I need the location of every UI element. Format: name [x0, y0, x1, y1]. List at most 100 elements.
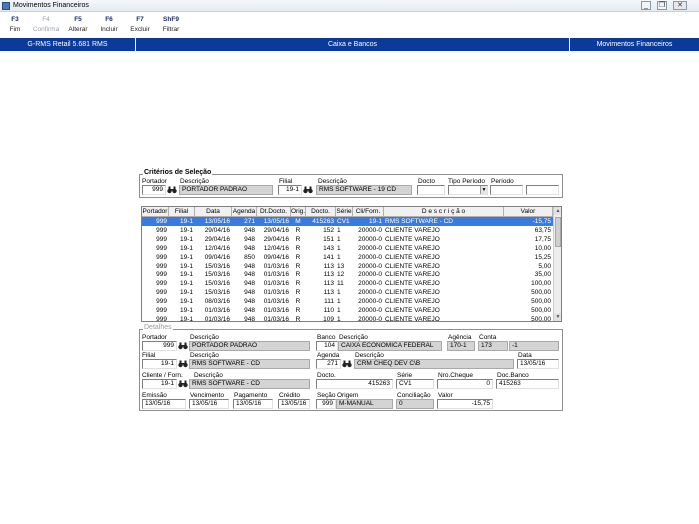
- grid-header-descricao[interactable]: D e s c r i ç ã o: [384, 207, 504, 217]
- det-agencia-label: Agência: [448, 334, 472, 341]
- det-docto-field[interactable]: 415263: [316, 379, 393, 389]
- table-row[interactable]: 999 19-1 09/04/16 850 09/04/16 R 141 1 20000-0 CL…: [142, 253, 553, 262]
- tipo-periodo-select[interactable]: ▼: [448, 185, 488, 195]
- det-doc-banco-field[interactable]: 415263: [496, 379, 559, 389]
- table-cell: 19-1: [179, 262, 193, 270]
- table-cell: -15,75: [532, 218, 551, 225]
- det-nro-cheque-field[interactable]: 0: [437, 379, 493, 389]
- toolbar-button-confirma[interactable]: F4 Confirma: [31, 15, 61, 35]
- table-cell: 999: [156, 280, 167, 288]
- movimentos-grid[interactable]: Portador Filial Data Agenda Dt.Docto. Or…: [141, 206, 562, 322]
- grid-header-serie[interactable]: Série: [336, 207, 353, 217]
- grid-header-orig[interactable]: Orig.: [291, 207, 306, 217]
- table-cell: R: [295, 315, 301, 322]
- binoculars-icon[interactable]: [178, 342, 188, 350]
- table-cell: 15,25: [534, 253, 551, 261]
- grid-header-agenda[interactable]: Agenda: [232, 207, 257, 217]
- periodo-to-field[interactable]: [526, 185, 559, 195]
- det-vencimento-field[interactable]: 13/05/16: [189, 399, 229, 409]
- table-cell: 19-1: [179, 307, 193, 314]
- det-portador-field[interactable]: 999: [142, 341, 177, 351]
- toolbar-button-excluir[interactable]: F7 Excluir: [125, 15, 155, 35]
- grid-header-portador[interactable]: Portador: [142, 207, 169, 217]
- toolbar-button-label: Filtrar: [162, 26, 180, 33]
- table-cell: 143: [323, 244, 334, 252]
- scroll-thumb[interactable]: [555, 217, 561, 247]
- det-secao-field[interactable]: 999: [316, 399, 336, 409]
- det-origem-label: Origem: [337, 392, 359, 399]
- det-serie-field[interactable]: CV1: [396, 379, 434, 389]
- table-row[interactable]: 999 19-1 01/03/16 948 01/03/16 R 110 1 20000-0 CL…: [142, 306, 553, 315]
- binoculars-icon[interactable]: [167, 186, 177, 194]
- module-name-label: Caixa e Bancos: [136, 38, 570, 51]
- grid-header-filial[interactable]: Filial: [169, 207, 195, 217]
- table-row[interactable]: 999 19-1 08/03/16 948 01/03/16 R 111 1 20000-0 CL…: [142, 297, 553, 306]
- toolbar-key-label: F7: [136, 16, 144, 23]
- det-banco-field[interactable]: 104: [316, 341, 338, 351]
- scroll-down-icon[interactable]: ▼: [554, 313, 561, 321]
- table-cell: 29/04/16: [263, 226, 289, 234]
- module-header-bar: G-RMS Retail 5.681 RMS Caixa e Bancos Mo…: [0, 38, 699, 51]
- periodo-from-field[interactable]: [490, 185, 523, 195]
- det-credito-field[interactable]: 13/05/16: [278, 399, 310, 409]
- table-row[interactable]: 999 19-1 15/03/16 948 01/03/16 R 113 13 20000-0 C…: [142, 262, 553, 271]
- table-cell: R: [295, 226, 301, 234]
- table-row[interactable]: 999 19-1 13/05/16 271 13/05/16 M 415263 CV1 19-1…: [142, 217, 553, 226]
- table-cell: 12: [337, 271, 345, 279]
- det-emissao-field[interactable]: 13/05/16: [142, 399, 186, 409]
- criterios-filial-field[interactable]: 19-1: [278, 185, 302, 195]
- det-pagamento-field[interactable]: 13/05/16: [233, 399, 273, 409]
- grid-header-docto[interactable]: Docto.: [306, 207, 336, 217]
- det-agenda-field[interactable]: 271: [316, 359, 341, 369]
- grid-header-valor[interactable]: Valor: [504, 207, 553, 217]
- toolbar-button-filtrar[interactable]: ShF9 Filtrar: [156, 15, 186, 35]
- criterios-portador-field[interactable]: 999: [142, 185, 166, 195]
- det-banco-desc-field: CAIXA ECONOMICA FEDERAL: [338, 341, 442, 351]
- toolbar-key-label: ShF9: [163, 16, 179, 23]
- table-cell: 29/04/16: [263, 235, 289, 243]
- table-cell: 500,00: [531, 298, 551, 306]
- det-data-field[interactable]: 13/05/16: [517, 359, 559, 369]
- table-row[interactable]: 999 19-1 29/04/16 948 29/04/16 R 151 1 20000-0 CL…: [142, 235, 553, 244]
- det-conciliacao-label: Conciliação: [397, 392, 431, 399]
- table-cell: 948: [244, 315, 255, 322]
- det-filial-field[interactable]: 19-1: [142, 359, 177, 369]
- close-button[interactable]: ✕: [673, 1, 687, 10]
- table-cell: 63,75: [534, 226, 551, 234]
- det-filial-desc-label: Descrição: [190, 352, 219, 359]
- minimize-button[interactable]: _: [641, 1, 651, 10]
- table-cell: 1: [337, 244, 341, 252]
- table-cell: 20000-0: [358, 244, 382, 252]
- grid-scrollbar[interactable]: ▲ ▼: [553, 207, 561, 321]
- table-row[interactable]: 999 19-1 12/04/16 948 12/04/16 R 143 1 20000-0 CL…: [142, 244, 553, 253]
- table-cell: 1: [337, 235, 341, 243]
- table-row[interactable]: 999 19-1 15/03/16 948 01/03/16 R 113 1 20000-0 CL…: [142, 288, 553, 297]
- table-cell: 20000-0: [358, 235, 382, 243]
- binoculars-icon[interactable]: [303, 186, 313, 194]
- table-row[interactable]: 999 19-1 15/03/16 948 01/03/16 R 113 12 20000-0 C…: [142, 270, 553, 279]
- toolbar-button-label: Confirma: [32, 26, 60, 33]
- det-agenda-desc-field: CRM CHEQ DEV C\B: [354, 359, 514, 369]
- chevron-down-icon[interactable]: ▼: [480, 186, 487, 194]
- det-conta-field: 173: [478, 341, 508, 351]
- det-cliente-field[interactable]: 19-1: [142, 379, 177, 389]
- table-cell: 1: [337, 298, 341, 306]
- binoculars-icon[interactable]: [178, 380, 188, 388]
- grid-header-dt-docto[interactable]: Dt.Docto.: [257, 207, 291, 217]
- table-row[interactable]: 999 19-1 01/03/16 948 01/03/16 R 109 1 20000-0 CL…: [142, 315, 553, 322]
- criterios-docto-field[interactable]: [417, 185, 445, 195]
- binoculars-icon[interactable]: [178, 360, 188, 368]
- toolbar-button-incluir[interactable]: F6 Incluir: [94, 15, 124, 35]
- det-valor-label: Valor: [438, 392, 453, 399]
- binoculars-icon[interactable]: [342, 360, 352, 368]
- restore-button[interactable]: ❐: [657, 1, 667, 10]
- table-cell: 19-1: [179, 235, 193, 243]
- grid-header-data[interactable]: Data: [195, 207, 232, 217]
- toolbar-button-alterar[interactable]: F5 Alterar: [63, 15, 93, 35]
- det-valor-field[interactable]: -15,75: [437, 399, 493, 409]
- toolbar-button-fim[interactable]: F3 Fim: [0, 15, 30, 35]
- table-row[interactable]: 999 19-1 15/03/16 948 01/03/16 R 113 11 20000-0 C…: [142, 279, 553, 288]
- scroll-up-icon[interactable]: ▲: [554, 207, 561, 215]
- table-row[interactable]: 999 19-1 29/04/16 948 29/04/16 R 152 1 20000-0 CL…: [142, 226, 553, 235]
- grid-header-cli-forn[interactable]: Cli/Forn.: [353, 207, 384, 217]
